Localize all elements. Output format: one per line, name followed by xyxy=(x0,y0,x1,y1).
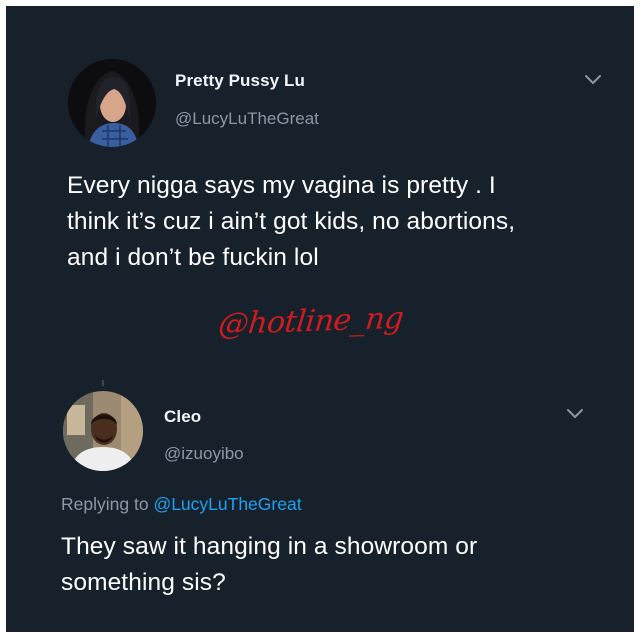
user-handle[interactable]: @izuoyibo xyxy=(164,444,244,464)
display-name[interactable]: Pretty Pussy Lu xyxy=(175,71,305,91)
watermark: @hotline_ng xyxy=(216,300,405,343)
tweet-text: Every nigga says my vagina is pretty . I… xyxy=(67,168,515,276)
replying-to: Replying to @LucyLuTheGreat xyxy=(61,494,302,515)
tweet-text-line: Every nigga says my vagina is pretty . I xyxy=(67,172,496,199)
screenshot-frame: Pretty Pussy Lu @LucyLuTheGreat Every ni… xyxy=(6,6,634,632)
reply-text-line: They saw it hanging in a showroom or xyxy=(61,533,478,560)
replying-to-prefix: Replying to xyxy=(61,494,149,514)
user-handle[interactable]: @LucyLuTheGreat xyxy=(175,109,319,129)
avatar[interactable] xyxy=(63,391,143,471)
tweet-text-line: and i don’t be fuckin lol xyxy=(67,244,319,271)
profile-photo-icon xyxy=(63,391,143,471)
display-name[interactable]: Cleo xyxy=(164,407,201,427)
reply-text: They saw it hanging in a showroom or som… xyxy=(61,529,477,601)
chevron-down-icon[interactable] xyxy=(583,73,603,87)
profile-photo-icon xyxy=(68,59,156,147)
reply-text-line: something sis? xyxy=(61,569,226,596)
chevron-down-icon[interactable] xyxy=(565,407,585,421)
avatar[interactable] xyxy=(68,59,156,147)
thread-connector xyxy=(102,380,104,386)
mention-link[interactable]: @LucyLuTheGreat xyxy=(153,494,301,514)
tweet-text-line: think it’s cuz i ain’t got kids, no abor… xyxy=(67,208,516,235)
